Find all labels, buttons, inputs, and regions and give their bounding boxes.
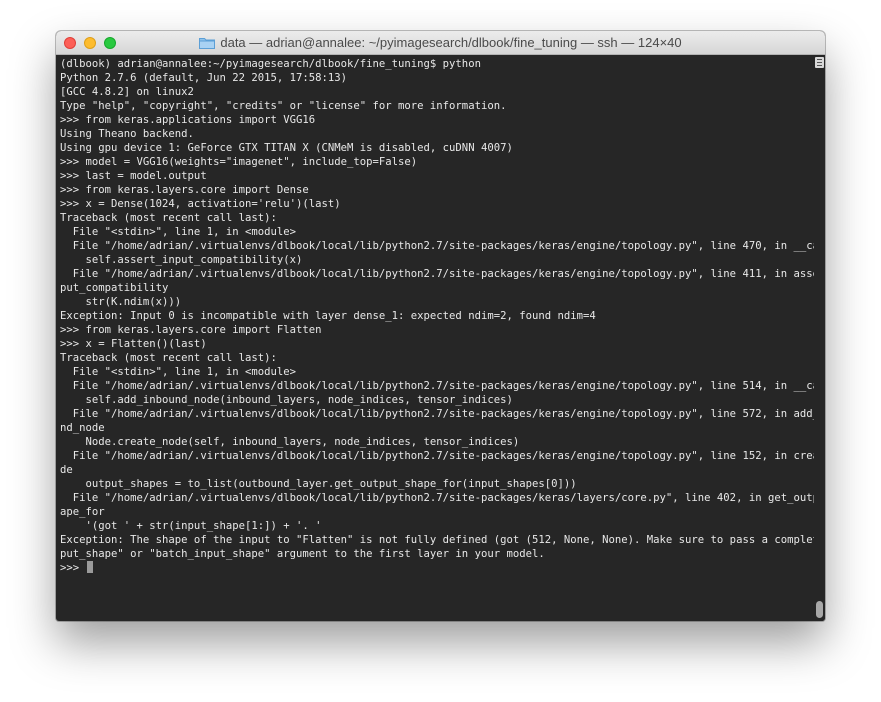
terminal-line: >>> x = Dense(1024, activation='relu')(l…	[60, 198, 341, 210]
terminal-line: File "/home/adrian/.virtualenvs/dlbook/l…	[60, 268, 814, 280]
terminal-line: File "/home/adrian/.virtualenvs/dlbook/l…	[60, 380, 814, 392]
window-title: data — adrian@annalee: ~/pyimagesearch/d…	[220, 35, 682, 50]
terminal-line: File "/home/adrian/.virtualenvs/dlbook/l…	[60, 408, 814, 420]
terminal-output[interactable]: (dlbook) adrian@annalee:~/pyimagesearch/…	[56, 55, 814, 621]
terminal-line: Traceback (most recent call last):	[60, 352, 277, 364]
terminal-line: Traceback (most recent call last):	[60, 212, 277, 224]
text-cursor	[86, 561, 93, 573]
terminal-line: self.add_inbound_node(inbound_layers, no…	[60, 394, 513, 406]
terminal-line: File "/home/adrian/.virtualenvs/dlbook/l…	[60, 450, 814, 462]
terminal-line: '(got ' + str(input_shape[1:]) + '. '	[60, 520, 322, 532]
terminal-line: >>> last = model.output	[60, 170, 207, 182]
terminal-line: >>> model = VGG16(weights="imagenet", in…	[60, 156, 418, 168]
terminal-line: Using Theano backend.	[60, 128, 194, 140]
folder-icon	[199, 37, 216, 49]
scrollbar-menu-icon[interactable]	[815, 57, 824, 68]
terminal-window: data — adrian@annalee: ~/pyimagesearch/d…	[56, 31, 825, 621]
terminal-line: File "/home/adrian/.virtualenvs/dlbook/l…	[60, 492, 814, 504]
terminal-line: Node.create_node(self, inbound_layers, n…	[60, 436, 520, 448]
terminal-line: Exception: The shape of the input to "Fl…	[60, 534, 814, 546]
terminal-line: File "/home/adrian/.virtualenvs/dlbook/l…	[60, 240, 814, 252]
title-bar[interactable]: data — adrian@annalee: ~/pyimagesearch/d…	[56, 31, 825, 55]
terminal-line: >>> x = Flatten()(last)	[60, 338, 207, 350]
terminal-line: Python 2.7.6 (default, Jun 22 2015, 17:5…	[60, 72, 348, 84]
terminal-line: nd_node	[60, 422, 105, 434]
terminal-line: File "<stdin>", line 1, in <module>	[60, 226, 296, 238]
terminal-line: put_shape" or "batch_input_shape" argume…	[60, 548, 545, 560]
terminal-line: >>> from keras.layers.core import Flatte…	[60, 324, 322, 336]
scrollbar-thumb[interactable]	[816, 601, 823, 618]
terminal-line: Exception: Input 0 is incompatible with …	[60, 310, 596, 322]
terminal-line: Using gpu device 1: GeForce GTX TITAN X …	[60, 142, 513, 154]
terminal-line: >>> from keras.applications import VGG16	[60, 114, 316, 126]
terminal-line: [GCC 4.8.2] on linux2	[60, 86, 194, 98]
terminal-line: ape_for	[60, 506, 105, 518]
terminal-line: put_compatibility	[60, 282, 169, 294]
terminal-line: str(K.ndim(x)))	[60, 296, 182, 308]
terminal-line: output_shapes = to_list(outbound_layer.g…	[60, 478, 577, 490]
terminal-line: >>> from keras.layers.core import Dense	[60, 184, 309, 196]
scrollbar[interactable]	[814, 55, 825, 621]
terminal-line: Type "help", "copyright", "credits" or "…	[60, 100, 507, 112]
terminal-line: de	[60, 464, 73, 476]
terminal-prompt-line[interactable]: >>>	[60, 561, 810, 575]
terminal-line: (dlbook) adrian@annalee:~/pyimagesearch/…	[60, 58, 481, 70]
window-title-group: data — adrian@annalee: ~/pyimagesearch/d…	[56, 31, 825, 54]
terminal-line: self.assert_input_compatibility(x)	[60, 254, 303, 266]
prompt: >>>	[60, 562, 86, 574]
terminal-line: File "<stdin>", line 1, in <module>	[60, 366, 296, 378]
